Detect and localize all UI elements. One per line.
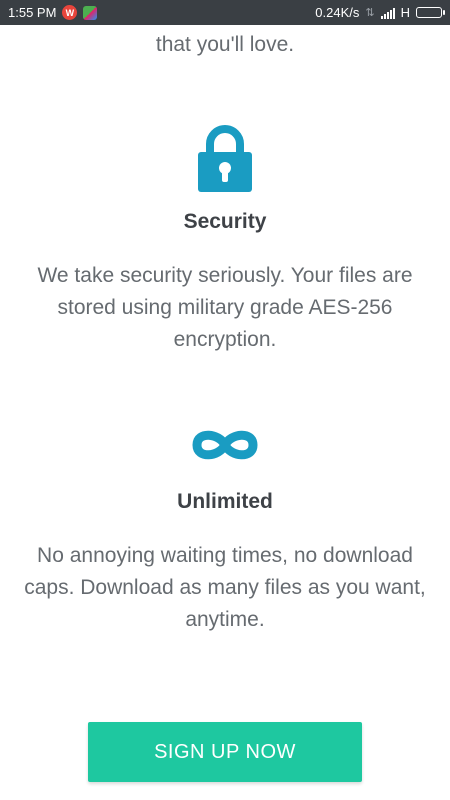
network-speed: 0.24K/s — [315, 5, 360, 20]
security-description: We take security seriously. Your files a… — [37, 264, 413, 351]
app-notification-w-icon: W — [62, 5, 78, 20]
unlimited-title: Unlimited — [177, 490, 273, 513]
app-notification-icon — [83, 5, 98, 20]
signal-strength-icon — [380, 7, 395, 19]
features-page: that you'll love. Security We take secur… — [0, 25, 450, 800]
data-transfer-icon: ⇅ — [365, 7, 375, 19]
infinity-icon — [192, 430, 258, 460]
status-bar-right: 0.24K/s ⇅ H — [315, 5, 445, 20]
status-bar: 1:55 PM W 0.24K/s ⇅ H — [0, 0, 450, 25]
network-type: H — [400, 5, 410, 20]
status-bar-left: 1:55 PM W — [8, 5, 98, 20]
lock-icon — [198, 125, 252, 192]
unlimited-description: No annoying waiting times, no download c… — [24, 544, 426, 631]
sign-up-now-button[interactable]: SIGN UP NOW — [88, 722, 362, 782]
status-time: 1:55 PM — [8, 5, 57, 20]
intro-tail-text: that you'll love. — [155, 33, 295, 56]
battery-icon — [416, 7, 445, 18]
security-title: Security — [183, 210, 267, 233]
